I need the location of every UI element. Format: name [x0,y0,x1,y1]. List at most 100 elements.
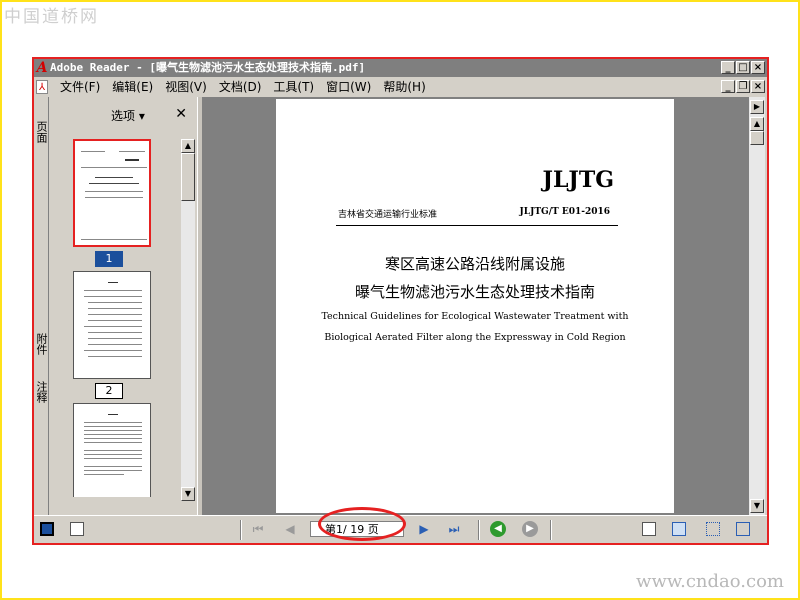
header-rule [336,225,618,226]
next-page-icon[interactable]: ▶ [416,521,432,537]
document-view: JLJTG 吉林省交通运输行业标准 JLJTG/T E01-2016 寒区高速公… [202,97,749,515]
continuous-icon[interactable] [672,522,686,536]
options-label: 选项 [111,109,136,123]
menu-bar: ⅄ 文件(F) 编辑(E) 视图(V) 文档(D) 工具(T) 窗口(W) 帮助… [34,77,767,97]
thumbnail-label-1: 1 [95,251,123,267]
doc-scroll-down-icon[interactable]: ▼ [750,499,764,513]
maximize-button[interactable]: □ [736,61,750,74]
issuer-text: 吉林省交通运输行业标准 [338,210,438,220]
thumb-line [88,302,142,303]
menu-tools[interactable]: 工具(T) [267,77,320,97]
minimize-button[interactable]: _ [721,61,735,74]
thumb-line [119,151,145,152]
thumb-line [84,458,142,459]
doc-minimize-button[interactable]: _ [721,80,735,93]
menu-help[interactable]: 帮助(H) [377,77,431,97]
thumb-line [125,159,139,161]
window-controls: _ □ × [721,61,765,74]
tab-comments[interactable]: 注释 [35,381,48,403]
doc-restore-button[interactable]: ❐ [736,80,750,93]
thumb-line [88,332,142,333]
show-navigation-icon[interactable] [40,522,54,536]
tab-pages[interactable]: 页面 [35,121,48,143]
side-tabs: 页面 附件 注释 [34,97,49,515]
thumb-line [108,414,118,415]
watermark-bottom: www.cndao.com [636,571,784,592]
facing-icon[interactable] [706,522,720,536]
prev-page-icon[interactable]: ◀ [282,521,298,537]
thumbnail-list: 1 2 [69,139,175,497]
window-title: Adobe Reader - [曝气生物滤池污水生态处理技术指南.pdf] [50,61,366,74]
title-bar: A Adobe Reader - [曝气生物滤池污水生态处理技术指南.pdf] … [34,59,767,77]
thumb-line [84,450,142,451]
go-forward-icon[interactable]: ▶ [522,521,538,537]
close-button[interactable]: × [751,61,765,74]
thumb-line [84,442,142,443]
reader-window: A Adobe Reader - [曝气生物滤池污水生态处理技术指南.pdf] … [32,57,769,545]
pdf-page: JLJTG 吉林省交通运输行业标准 JLJTG/T E01-2016 寒区高速公… [276,99,674,513]
thumb-line [84,430,142,431]
thumb-line [84,350,142,351]
panel-close-button[interactable]: ✕ [175,106,187,122]
continuous-facing-icon[interactable] [736,522,750,536]
go-back-icon[interactable]: ◀ [490,521,506,537]
adobe-reader-logo-icon: A [35,60,49,76]
thumb-line [84,434,142,435]
thumb-line [84,454,142,455]
english-title-line-2: Biological Aerated Filter along the Expr… [324,332,626,343]
page-number-highlight [318,507,406,541]
title-line-1: 寒区高速公路沿线附属设施 [384,255,565,273]
chevron-down-icon: ▾ [138,109,145,123]
menu-file[interactable]: 文件(F) [54,77,106,97]
doc-scroll-up-icon[interactable]: ▲ [750,117,764,131]
thumb-line [89,183,139,184]
thumb-line [84,470,142,471]
thumb-line [88,320,142,321]
thumb-line [84,474,124,475]
document-icon[interactable]: ⅄ [36,80,48,94]
thumbnail-page-1[interactable] [73,139,151,247]
thumbnail-page-2[interactable] [73,271,151,379]
menu-document[interactable]: 文档(D) [213,77,268,97]
thumbnail-page-3[interactable] [73,403,151,497]
thumb-line [85,191,143,192]
document-properties-icon[interactable] [70,522,84,536]
separator [478,520,480,540]
thumb-line [88,314,142,315]
document-window-controls: _ ❐ × [721,80,765,93]
options-menu-button[interactable]: 选项 ▾ [111,107,145,124]
nav-panel-header: 选项 ▾ ✕ [49,97,197,135]
thumb-line [88,308,142,309]
thumb-line [84,466,142,467]
standard-brand: JLJTG [542,167,614,193]
menu-window[interactable]: 窗口(W) [320,77,377,97]
panel-scrollbar[interactable]: ▲ ▼ [181,139,195,501]
thumb-line [84,296,142,297]
thumb-line [88,338,142,339]
thumb-line [81,239,147,240]
menu-edit[interactable]: 编辑(E) [106,77,159,97]
thumb-line [81,151,105,152]
scroll-thumb[interactable] [181,153,195,201]
expand-right-icon[interactable]: ▶ [750,100,764,114]
thumb-line [88,356,142,357]
last-page-icon[interactable]: ⏭ [446,521,462,537]
thumb-line [84,426,142,427]
doc-close-button[interactable]: × [751,80,765,93]
scroll-up-icon[interactable]: ▲ [181,139,195,153]
thumb-line [84,290,142,291]
thumb-line [84,326,142,327]
document-scrollbar[interactable]: ▶ ▲ ▼ [749,97,765,515]
english-title-line-1: Technical Guidelines for Ecological Wast… [321,311,629,322]
tab-attachments[interactable]: 附件 [35,333,48,355]
standard-code: JLJTG/T E01-2016 [519,207,610,217]
separator [550,520,552,540]
single-page-icon[interactable] [642,522,656,536]
title-line-2: 曝气生物滤池污水生态处理技术指南 [354,283,595,301]
scroll-down-icon[interactable]: ▼ [181,487,195,501]
menu-view[interactable]: 视图(V) [159,77,213,97]
first-page-icon[interactable]: ⏮ [250,521,266,537]
thumb-line [95,177,133,178]
doc-scroll-thumb[interactable] [750,131,764,145]
watermark-top: 中国道桥网 [4,7,99,27]
